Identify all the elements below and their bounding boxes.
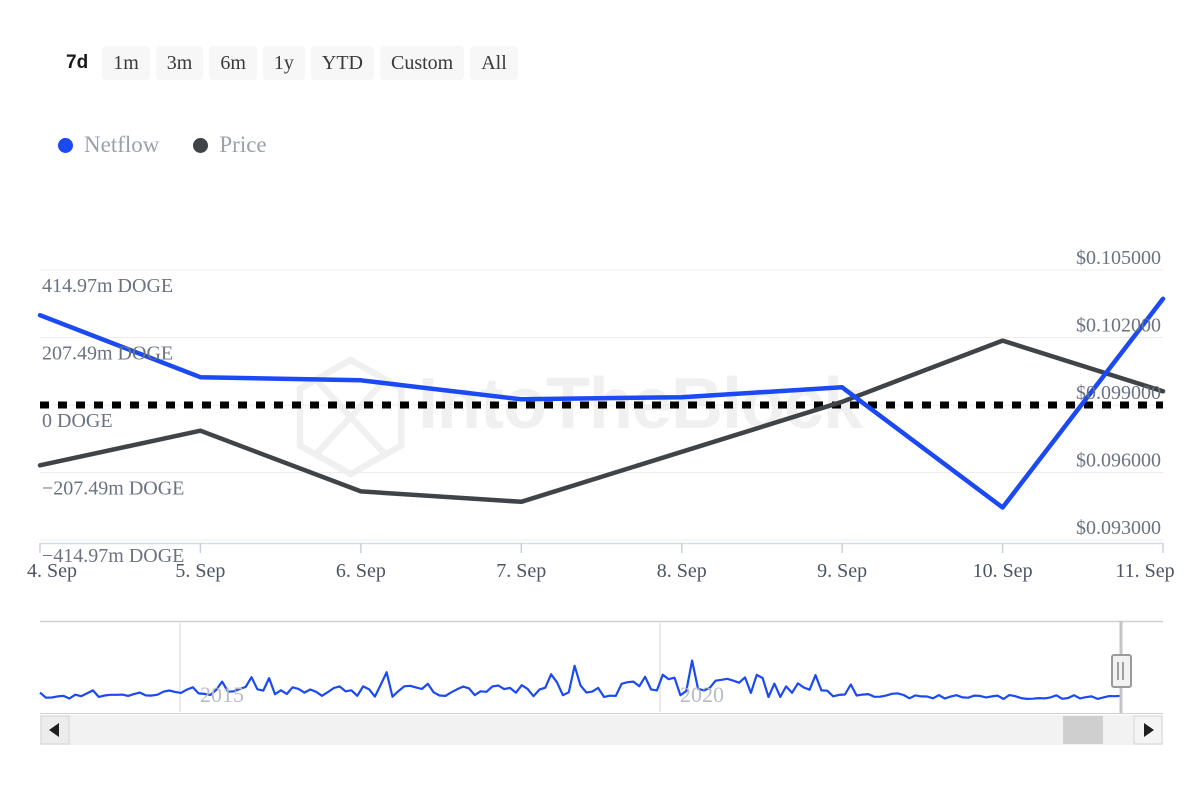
scrollbar-thumb[interactable] bbox=[1063, 716, 1103, 744]
x-axis-label-5: 9. Sep bbox=[817, 560, 867, 582]
right-axis-label-2: $0.099000 bbox=[1076, 382, 1161, 404]
range-navigator[interactable]: 2015 2020 bbox=[39, 620, 1163, 714]
scrollbar-right-button[interactable] bbox=[1133, 715, 1163, 745]
intotheblock-watermark: IntoTheBlock bbox=[296, 356, 865, 478]
right-axis-label-4: $0.093000 bbox=[1076, 517, 1161, 539]
chart-svg: IntoTheBlock 414.97m DOGE 207.49m DOGE 0 D… bbox=[27, 247, 1175, 745]
x-axis-label-0: 4. Sep bbox=[27, 560, 77, 582]
right-axis-label-3: $0.096000 bbox=[1076, 450, 1161, 472]
right-axis-labels: $0.105000 $0.102000 $0.099000 $0.096000 $0.0… bbox=[1076, 247, 1161, 539]
x-axis-label-4: 8. Sep bbox=[657, 560, 707, 582]
x-axis-label-7: 11. Sep bbox=[1115, 560, 1174, 582]
navigator-year-label-1: 2020 bbox=[680, 682, 724, 707]
x-axis-label-2: 6. Sep bbox=[336, 560, 386, 582]
handle-grip-box[interactable] bbox=[1111, 654, 1132, 688]
netflow-price-chart[interactable]: IntoTheBlock 414.97m DOGE 207.49m DOGE 0 D… bbox=[0, 0, 1200, 800]
left-axis-label-2: 0 DOGE bbox=[42, 410, 113, 432]
x-axis-labels: 4. Sep 5. Sep 6. Sep 7. Sep 8. Sep 9. Sep 10. … bbox=[27, 560, 1175, 582]
x-axis-ticks bbox=[39, 543, 1164, 553]
left-axis-labels: 414.97m DOGE 207.49m DOGE 0 DOGE −207.49m D… bbox=[42, 275, 184, 567]
x-axis-label-3: 7. Sep bbox=[496, 560, 546, 582]
scrollbar-track[interactable] bbox=[40, 715, 1163, 745]
left-axis-label-3: −207.49m DOGE bbox=[42, 478, 184, 500]
right-axis-label-1: $0.102000 bbox=[1076, 315, 1161, 337]
right-axis-label-0: $0.105000 bbox=[1076, 247, 1161, 269]
navigator-year-label-0: 2015 bbox=[200, 682, 244, 707]
left-axis-label-0: 414.97m DOGE bbox=[42, 275, 173, 297]
left-axis-label-1: 207.49m DOGE bbox=[42, 343, 173, 365]
navigator-scrollbar[interactable] bbox=[40, 715, 1163, 745]
x-axis-label-6: 10. Sep bbox=[973, 560, 1033, 582]
scrollbar-left-button[interactable] bbox=[40, 715, 70, 745]
x-axis-label-1: 5. Sep bbox=[175, 560, 225, 582]
